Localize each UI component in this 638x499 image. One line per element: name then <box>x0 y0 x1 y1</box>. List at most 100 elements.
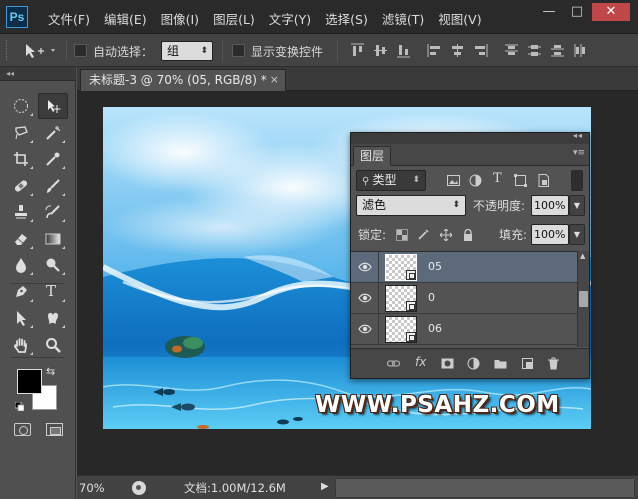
distribute-top-icon[interactable] <box>504 43 519 58</box>
layer-style-button[interactable]: fx <box>415 355 426 369</box>
layers-panel-titlebar[interactable]: ◂◂ <box>351 131 589 144</box>
auto-select-checkbox[interactable] <box>74 44 87 57</box>
pixel-layer-filter-icon[interactable] <box>447 174 460 187</box>
panel-menu-icon[interactable]: ▾≡ <box>573 148 585 158</box>
layer-list-scrollbar[interactable]: ▲ <box>577 251 589 347</box>
auto-select-dropdown[interactable]: 组 ⬍ <box>161 41 213 61</box>
path-selection-tool[interactable] <box>6 305 36 331</box>
layer-name[interactable]: 0 <box>428 291 435 304</box>
layer-filter-dropdown[interactable]: ⚲ 类型 ⬍ <box>356 170 426 191</box>
layer-row[interactable]: 0 <box>351 283 577 314</box>
move-tool[interactable] <box>38 93 68 119</box>
smart-object-badge-icon <box>406 332 416 342</box>
menu-type[interactable]: 文字(Y) <box>269 9 311 28</box>
menu-layer[interactable]: 图层(L) <box>213 9 255 28</box>
layer-thumbnail[interactable] <box>385 254 417 281</box>
align-bottom-edges-icon[interactable] <box>396 43 411 58</box>
align-left-edges-icon[interactable] <box>427 43 442 58</box>
distribute-bottom-icon[interactable] <box>550 43 565 58</box>
lock-transparent-pixels-icon[interactable] <box>396 229 408 241</box>
default-colors-icon[interactable] <box>14 400 25 412</box>
eyedropper-tool[interactable] <box>38 146 68 172</box>
lasso-tool[interactable] <box>6 120 36 146</box>
visibility-eye-icon[interactable] <box>358 292 372 304</box>
layer-name[interactable]: 05 <box>428 260 442 273</box>
distribute-center-icon[interactable] <box>527 43 542 58</box>
align-horizontal-centers-icon[interactable] <box>450 43 465 58</box>
menu-image[interactable]: 图像(I) <box>161 9 199 28</box>
menu-edit[interactable]: 编辑(E) <box>104 9 147 28</box>
menu-file[interactable]: 文件(F) <box>48 9 90 28</box>
scroll-thumb[interactable] <box>579 291 588 307</box>
marquee-tool[interactable] <box>6 93 36 119</box>
close-button[interactable]: ✕ <box>592 3 630 21</box>
smart-object-filter-icon[interactable] <box>537 174 550 187</box>
foreground-color-swatch[interactable] <box>17 369 42 394</box>
minimize-button[interactable]: — <box>536 3 562 21</box>
filter-toggle-switch[interactable] <box>571 170 583 191</box>
menu-filter[interactable]: 滤镜(T) <box>382 9 424 28</box>
hand-tool[interactable] <box>6 332 36 358</box>
gradient-tool[interactable] <box>38 226 68 252</box>
lock-all-icon[interactable] <box>462 229 474 241</box>
menu-view[interactable]: 视图(V) <box>438 9 481 28</box>
opacity-slider-toggle[interactable]: ▼ <box>569 195 585 216</box>
fill-slider-toggle[interactable]: ▼ <box>569 224 585 245</box>
crop-tool[interactable] <box>6 146 36 172</box>
lock-image-pixels-icon[interactable] <box>417 229 429 241</box>
new-layer-icon[interactable] <box>521 357 534 370</box>
align-right-edges-icon[interactable] <box>473 43 488 58</box>
delete-layer-icon[interactable] <box>547 357 560 370</box>
dodge-tool[interactable] <box>38 252 68 278</box>
visibility-eye-icon[interactable] <box>358 261 372 273</box>
visibility-eye-icon[interactable] <box>358 323 372 335</box>
layer-thumbnail[interactable] <box>385 285 417 312</box>
tab-layers[interactable]: 图层 <box>353 146 391 166</box>
show-transform-checkbox[interactable] <box>232 44 245 57</box>
align-vertical-centers-icon[interactable] <box>373 43 388 58</box>
link-layers-icon[interactable] <box>387 357 400 370</box>
status-info-icon[interactable] <box>132 481 146 495</box>
new-group-icon[interactable] <box>494 357 507 370</box>
panel-collapse-icon[interactable]: ◂◂ <box>573 131 583 140</box>
shape-layer-filter-icon[interactable] <box>514 174 527 187</box>
dropdown-arrow-icon: ⬍ <box>200 46 208 56</box>
toolbox-collapse[interactable]: ◂◂ <box>0 67 75 81</box>
swap-colors-icon[interactable]: ⇆ <box>46 365 55 378</box>
zoom-tool[interactable] <box>38 332 68 358</box>
history-brush-tool[interactable] <box>38 199 68 225</box>
document-tab[interactable]: 未标题-3 @ 70% (05, RGB/8) * × <box>80 69 286 91</box>
blur-tool[interactable] <box>6 252 36 278</box>
tool-preset-picker[interactable] <box>24 43 58 59</box>
screen-mode-icon[interactable] <box>46 423 63 436</box>
shape-tool[interactable] <box>38 305 68 331</box>
lock-position-icon[interactable] <box>440 229 452 241</box>
new-adjustment-layer-icon[interactable] <box>467 357 480 370</box>
zoom-level-field[interactable]: 70% <box>77 478 125 498</box>
status-menu-arrow-icon[interactable]: ▶ <box>321 481 329 492</box>
magic-wand-tool[interactable] <box>38 120 68 146</box>
align-top-edges-icon[interactable] <box>350 43 365 58</box>
eraser-tool[interactable] <box>6 226 36 252</box>
blend-mode-dropdown[interactable]: 滤色 ⬍ <box>356 195 466 216</box>
options-bar-grip[interactable] <box>6 40 9 61</box>
layer-name[interactable]: 06 <box>428 322 442 335</box>
healing-brush-tool[interactable] <box>6 173 36 199</box>
distribute-left-icon[interactable] <box>573 43 588 58</box>
brush-tool[interactable] <box>38 173 68 199</box>
menu-select[interactable]: 选择(S) <box>325 9 368 28</box>
restore-button[interactable]: □ <box>564 3 590 21</box>
layer-thumbnail[interactable] <box>385 316 417 343</box>
clone-stamp-tool[interactable] <box>6 199 36 225</box>
scroll-up-icon[interactable]: ▲ <box>580 252 585 260</box>
layer-row[interactable]: 06 <box>351 314 577 345</box>
add-mask-icon[interactable] <box>441 357 454 370</box>
quick-mask-icon[interactable] <box>14 423 31 436</box>
fill-field[interactable]: 100% <box>531 224 569 245</box>
horizontal-scrollbar[interactable] <box>335 478 635 498</box>
layer-row[interactable]: 05 <box>351 252 577 283</box>
document-tab-close-icon[interactable]: × <box>270 70 279 90</box>
opacity-field[interactable]: 100% <box>531 195 569 216</box>
adjustment-layer-filter-icon[interactable] <box>469 174 482 187</box>
type-layer-filter-icon[interactable]: T <box>493 171 502 186</box>
